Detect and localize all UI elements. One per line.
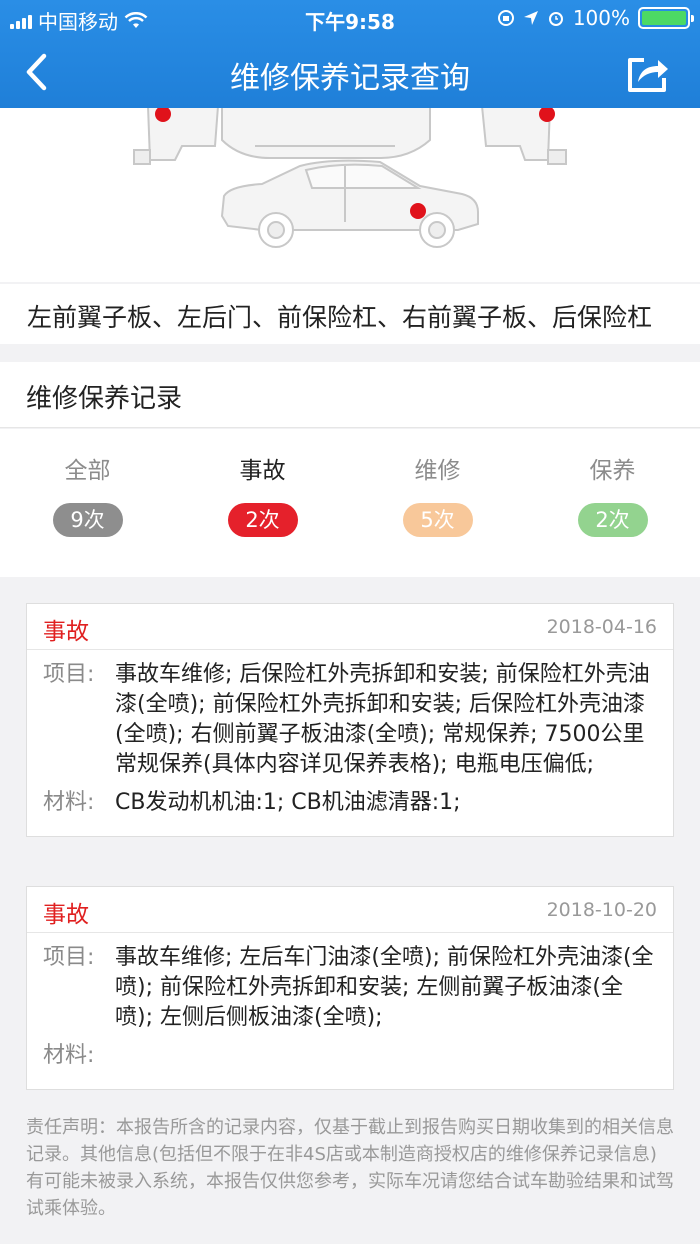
- record-date: 2018-10-20: [546, 899, 657, 921]
- filter-label: 事故: [239, 458, 286, 484]
- battery-level: [642, 11, 686, 25]
- page-title: 维修保养记录查询: [230, 61, 470, 96]
- count-badge: 9次: [52, 503, 123, 537]
- project-key: 项目:: [43, 945, 95, 970]
- battery-percent: 100%: [572, 6, 630, 30]
- record-project-row: 项目: 事故车维修; 左后车门油漆(全喷); 前保险杠外壳油漆(全喷); 前保险…: [43, 943, 657, 1033]
- filter-label: 维修: [414, 458, 461, 484]
- record-card-header: 事故 2018-10-20: [27, 887, 673, 933]
- damage-marker: [410, 203, 426, 219]
- record-material-row: 材料:: [43, 1041, 657, 1071]
- alarm-icon: [548, 12, 563, 26]
- share-icon: [628, 58, 668, 92]
- record-card[interactable]: 事故 2018-04-16 项目: 事故车维修; 后保险杠外壳拆卸和安装; 前保…: [26, 603, 674, 837]
- status-bar: 中国移动 下午9:58 100%: [0, 0, 700, 36]
- record-type: 事故: [43, 619, 89, 645]
- car-damage-diagram: [0, 108, 700, 282]
- record-card[interactable]: 事故 2018-10-20 项目: 事故车维修; 左后车门油漆(全喷); 前保险…: [26, 886, 674, 1090]
- battery-icon: [638, 7, 694, 29]
- damaged-parts-list: 左前翼子板、左后门、前保险杠、右前翼子板、后保险杠: [0, 284, 700, 344]
- record-project-row: 项目: 事故车维修; 后保险杠外壳拆卸和安装; 前保险杠外壳油漆(全喷); 前保…: [43, 660, 657, 780]
- orientation-lock-icon: [497, 10, 514, 26]
- count-badge: 2次: [227, 503, 298, 537]
- material-value: CB发动机机油:1; CB机油滤清器:1;: [115, 790, 461, 815]
- material-key: 材料:: [43, 790, 95, 815]
- count-badge: 5次: [402, 503, 473, 537]
- filter-tab-maintenance[interactable]: 保养 2次: [525, 451, 700, 537]
- location-arrow-icon: [523, 11, 538, 25]
- car-outline-illustration: [133, 108, 567, 248]
- record-card-header: 事故 2018-04-16: [27, 604, 673, 650]
- record-date: 2018-04-16: [546, 616, 657, 638]
- record-filter-tabs: 全部 9次 事故 2次 维修 5次 保养 2次: [0, 429, 700, 577]
- material-key: 材料:: [43, 1043, 95, 1068]
- status-right: 100%: [497, 6, 694, 30]
- record-material-row: 材料: CB发动机机油:1; CB机油滤清器:1;: [43, 788, 657, 818]
- record-card-body: 项目: 事故车维修; 后保险杠外壳拆卸和安装; 前保险杠外壳油漆(全喷); 前保…: [27, 650, 673, 836]
- project-key: 项目:: [43, 662, 95, 687]
- record-card-body: 项目: 事故车维修; 左后车门油漆(全喷); 前保险杠外壳油漆(全喷); 前保险…: [27, 933, 673, 1089]
- filter-tab-all[interactable]: 全部 9次: [0, 451, 175, 537]
- disclaimer-text: 责任声明：本报告所含的记录内容，仅基于截止到报告购买日期收集到的相关信息记录。其…: [26, 1117, 674, 1219]
- filter-label: 保养: [589, 458, 636, 484]
- record-type: 事故: [43, 902, 89, 928]
- nav-bar: 维修保养记录查询: [0, 40, 700, 104]
- app-header: 中国移动 下午9:58 100% 维修保养记录查询: [0, 0, 700, 108]
- material-value: [115, 1041, 657, 1071]
- filter-tab-accident[interactable]: 事故 2次: [175, 451, 350, 537]
- filter-tab-repair[interactable]: 维修 5次: [350, 451, 525, 537]
- project-value: 事故车维修; 左后车门油漆(全喷); 前保险杠外壳油漆(全喷); 前保险杠外壳拆…: [115, 945, 654, 1030]
- filter-label: 全部: [64, 458, 111, 484]
- share-button[interactable]: [624, 52, 672, 94]
- count-badge: 2次: [577, 503, 648, 537]
- project-value: 事故车维修; 后保险杠外壳拆卸和安装; 前保险杠外壳油漆(全喷); 前保险杠外壳…: [115, 662, 650, 777]
- records-section-title: 维修保养记录: [0, 362, 700, 428]
